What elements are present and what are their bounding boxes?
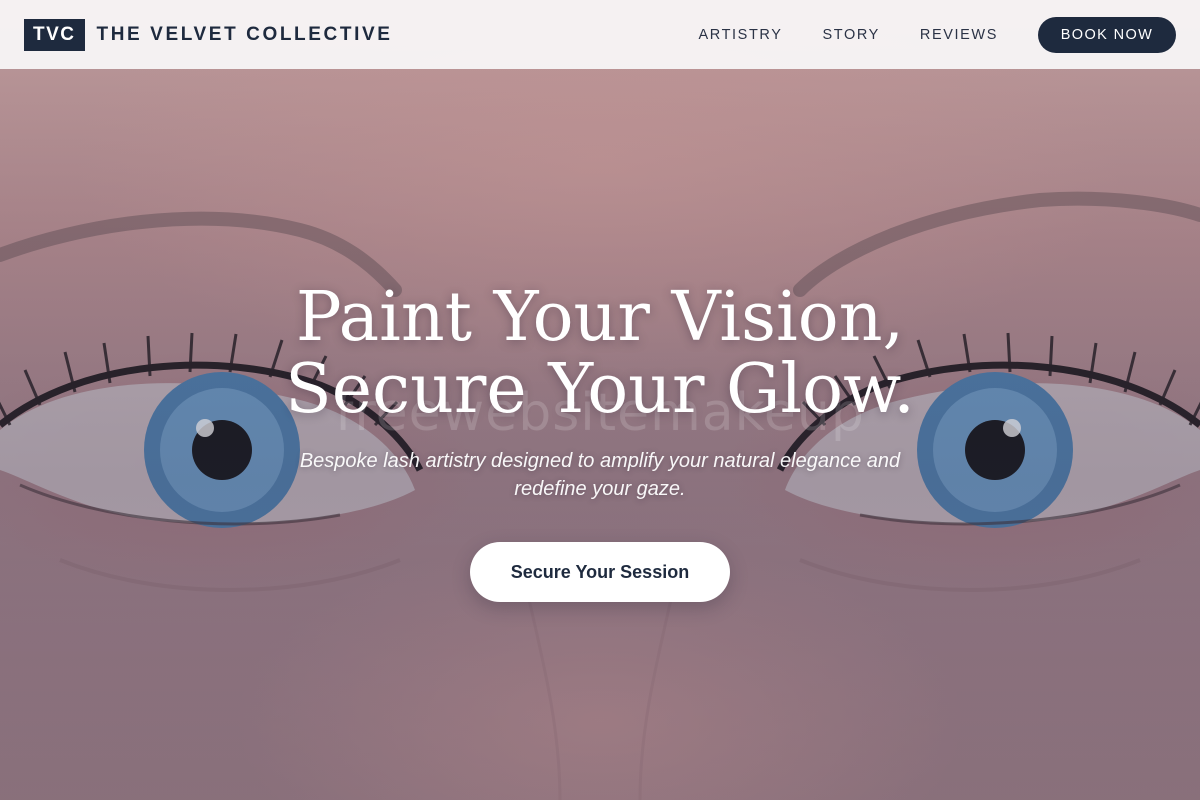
hero-title-line-2: Secure Your Glow.	[285, 350, 915, 429]
hero-content: freewebsitemakeup Paint Your Vision, Sec…	[0, 0, 1200, 800]
hero-subtitle: Bespoke lash artistry designed to amplif…	[299, 450, 901, 500]
hero-title-line-1: Paint Your Vision,	[295, 278, 905, 357]
secure-session-button[interactable]: Secure Your Session	[470, 542, 730, 602]
hero-title: Paint Your Vision, Secure Your Glow.	[0, 282, 1200, 426]
